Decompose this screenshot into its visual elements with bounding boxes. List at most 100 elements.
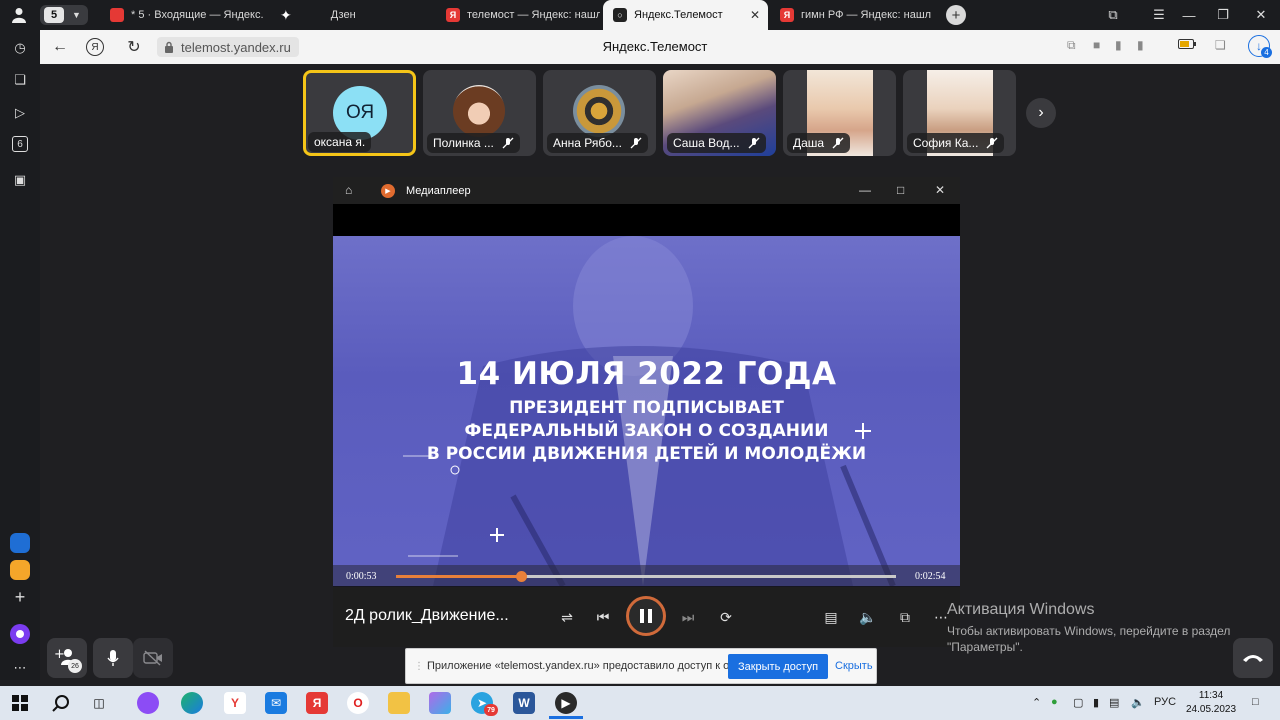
tab-search-anthem[interactable]: Я гимн РФ — Яндекс: нашл (770, 0, 936, 30)
windows-start-icon[interactable] (9, 692, 31, 714)
alice-icon[interactable] (137, 692, 159, 714)
clock-date: 24.05.2023 (1186, 704, 1237, 715)
minimize-button[interactable]: — (859, 183, 871, 197)
previous-icon[interactable]: ⏮ (593, 607, 613, 627)
tab-dzen[interactable]: ✦ Дзен (270, 0, 430, 30)
screenshot-icon[interactable]: ▣ (10, 170, 30, 190)
word-icon[interactable]: W (513, 692, 535, 714)
language-indicator[interactable]: РУС (1154, 696, 1176, 708)
participant-tile-sofia[interactable]: София Ка... (903, 70, 1016, 156)
yandex-icon[interactable]: Я (306, 692, 328, 714)
more-icon[interactable]: ⋯ (10, 658, 30, 678)
search-icon[interactable] (50, 692, 72, 714)
tray-app-icon[interactable]: ● (1051, 696, 1058, 708)
minimize-button[interactable]: — (1172, 0, 1206, 30)
battery-saver-icon[interactable] (1178, 38, 1196, 52)
avatar (453, 85, 505, 137)
address-bar: ← Я ↻ telemost.yandex.ru Яндекс.Телемост… (40, 30, 1280, 64)
tray-window-icon[interactable]: ▢ (1073, 696, 1083, 709)
profile-icon[interactable] (0, 0, 38, 30)
six-icon[interactable]: 6 (12, 136, 28, 152)
messenger-app-icon[interactable] (10, 533, 30, 553)
pause-icon (640, 609, 652, 623)
avatar (573, 85, 625, 137)
close-icon[interactable]: ✕ (750, 8, 760, 22)
miniplayer-icon[interactable]: ⧉ (895, 607, 915, 627)
notifications-icon[interactable]: □ (1252, 696, 1259, 708)
next-participants-button[interactable]: › (1026, 98, 1056, 128)
participant-tile-polinka[interactable]: Полинка ... (423, 70, 536, 156)
show-hidden-icons[interactable]: ⌃ (1032, 696, 1041, 709)
shuffle-icon[interactable]: ⇌ (557, 607, 577, 627)
collections-icon[interactable]: ❏ (1215, 38, 1226, 52)
microphone-icon[interactable]: ▮ (1115, 38, 1122, 52)
play-circle-icon[interactable]: ▷ (10, 103, 30, 123)
maximize-button[interactable]: □ (897, 183, 904, 197)
share-message: Приложение «telemost.yandex.ru» предоста… (427, 660, 748, 672)
tab-label: Яндекс.Телемост (634, 9, 723, 21)
participant-tile-anna[interactable]: Анна Рябо... (543, 70, 656, 156)
network-icon[interactable]: ▤ (1109, 696, 1119, 709)
telegram-icon[interactable]: ➤ 79 (471, 692, 498, 716)
microphone-toggle-button[interactable] (93, 638, 133, 678)
participant-tile-sasha[interactable]: Саша Вод... (663, 70, 776, 156)
mic-off-icon (748, 137, 759, 149)
tabs-icon[interactable]: ❏ (10, 70, 30, 90)
mail-app-icon[interactable] (10, 560, 30, 580)
store-icon[interactable] (429, 692, 451, 714)
tab-counter-button[interactable]: 5 ▼ (40, 5, 88, 25)
task-view-icon[interactable]: ◫ (88, 692, 110, 714)
repeat-off-icon[interactable]: ⟳ (716, 607, 736, 627)
participant-tile-dasha[interactable]: Даша (783, 70, 896, 156)
tab-mail[interactable]: * 5 · Входящие — Яндекс. (100, 0, 264, 30)
tab-label: гимн РФ — Яндекс: нашл (801, 9, 932, 21)
downloads-icon[interactable]: ↓ 4 (1248, 35, 1272, 58)
tab-search-telemost[interactable]: Я телемост — Яндекс: нашл (436, 0, 600, 30)
stop-sharing-button[interactable]: Закрыть доступ (728, 654, 828, 679)
system-clock[interactable]: 11:34 24.05.2023 (1186, 689, 1236, 717)
add-panel-icon[interactable]: + (10, 587, 30, 607)
invite-participants-button[interactable]: + 26 (47, 638, 87, 678)
tab-manager-icon[interactable]: ⧉ (1096, 0, 1130, 30)
bookmark-icon[interactable]: ▮ (1137, 38, 1144, 52)
file-explorer-icon[interactable] (388, 692, 410, 714)
camera-toggle-button[interactable] (133, 638, 173, 678)
subtitles-icon[interactable]: ▤ (821, 607, 841, 627)
participant-name: Саша Вод... (667, 133, 766, 153)
share-window-icon[interactable]: ⧉ (1067, 38, 1076, 53)
next-icon[interactable]: ⏭ (678, 607, 698, 627)
close-button[interactable]: ✕ (935, 183, 945, 197)
home-icon[interactable]: ⌂ (345, 183, 352, 197)
camera-icon[interactable]: ■ (1093, 38, 1100, 52)
media-player-icon[interactable]: ▶ (555, 692, 577, 714)
yandex-browser-icon[interactable]: Y (224, 692, 246, 714)
media-title: 2Д ролик_Движение... (345, 607, 509, 624)
volume-tray-icon[interactable]: 🔈 (1131, 696, 1145, 709)
edge-icon[interactable] (181, 692, 203, 714)
activation-text: Чтобы активировать Windows, перейдите в … (947, 624, 1231, 638)
video-frame[interactable]: 14 ИЮЛЯ 2022 ГОДА ПРЕЗИДЕНТ ПОДПИСЫВАЕТ … (333, 236, 960, 586)
new-tab-button[interactable]: + (946, 5, 966, 25)
menu-icon[interactable]: ☰ (1142, 0, 1176, 30)
seek-track[interactable] (396, 571, 896, 582)
participant-tile-oksana[interactable]: ОЯ оксана я. (303, 70, 416, 156)
microphone-tray-icon[interactable]: ▮ (1093, 696, 1099, 709)
opera-icon[interactable]: O (347, 692, 369, 714)
media-player-app-icon: ▶ (381, 184, 395, 198)
alice-icon[interactable] (10, 624, 30, 644)
end-call-button[interactable] (1233, 638, 1273, 678)
telegram-badge: 79 (484, 704, 498, 716)
pause-button[interactable] (626, 596, 666, 636)
volume-icon[interactable]: 🔈 (858, 607, 878, 627)
history-icon[interactable]: ◷ (10, 38, 30, 58)
windows-activation-watermark: Активация Windows Чтобы активировать Win… (947, 601, 1230, 655)
hide-notice-link[interactable]: Скрыть (835, 660, 873, 672)
maximize-button[interactable]: ❐ (1206, 0, 1240, 30)
seek-thumb[interactable] (516, 571, 527, 582)
close-window-button[interactable]: ✕ (1244, 0, 1278, 30)
mic-off-icon (986, 137, 998, 149)
tab-telemost[interactable]: ○ Яндекс.Телемост ✕ (603, 0, 768, 30)
participant-name: Даша (787, 133, 851, 153)
mail-icon[interactable]: ✉ (265, 692, 287, 714)
seek-bar[interactable]: 0:00:53 0:02:54 (333, 565, 960, 587)
